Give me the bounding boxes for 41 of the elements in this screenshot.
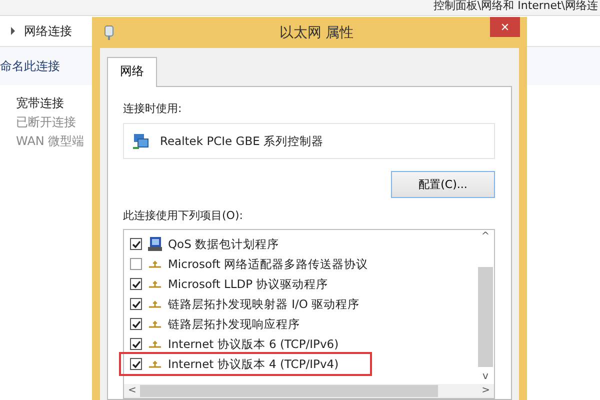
configure-button[interactable]: 配置(C)... [391, 171, 495, 198]
checkbox[interactable] [130, 358, 142, 370]
scroll-down-button[interactable]: v [482, 370, 488, 384]
connect-using-label: 连接时使用: [123, 101, 182, 116]
protocol-icon [147, 359, 163, 369]
adapter-field: Realtek PCIe GBE 系列控制器 [123, 123, 495, 159]
protocol-icon [147, 299, 163, 309]
connection-device: WAN 微型端 [16, 133, 84, 150]
protocol-icon [147, 339, 163, 349]
tab[interactable]: 网络 [107, 57, 157, 87]
protocol-icon [147, 259, 163, 269]
close-button[interactable]: ✕ [490, 17, 520, 37]
chevron-icon [10, 27, 16, 35]
item-label[interactable]: 链路层拓扑发现映射器 I/O 驱动程序 [168, 296, 360, 312]
item-label[interactable]: Internet 协议版本 4 (TCP/IPv4) [168, 356, 339, 372]
item-label[interactable]: QoS 数据包计划程序 [168, 236, 280, 252]
scroll-left-button[interactable]: < [128, 384, 136, 398]
item-label[interactable]: Microsoft LLDP 协议驱动程序 [168, 276, 328, 292]
rename-action[interactable]: 命名此连接 [0, 58, 60, 74]
connection-status: 已断开连接 [16, 114, 76, 131]
item-label[interactable]: 链路层拓扑发现响应程序 [168, 316, 300, 332]
checkbox[interactable] [130, 318, 142, 330]
checkbox[interactable] [130, 278, 142, 290]
item-label[interactable]: Microsoft 网络适配器多路传送器协议 [168, 256, 368, 272]
items-label: 此连接使用下列项目(O): [123, 208, 243, 223]
connection-name[interactable]: 宽带连接 [16, 95, 64, 112]
breadcrumb[interactable]: 网络连接 [24, 22, 72, 40]
scroll-right-button[interactable]: > [482, 384, 490, 398]
checkbox[interactable] [130, 338, 142, 350]
computer-icon [147, 236, 163, 252]
dialog-title: 以太网 属性 [279, 24, 354, 42]
protocol-icon [147, 319, 163, 329]
protocol-icon [147, 279, 163, 289]
window-path: 控制面板\网络和 Internet\网络连 [433, 0, 598, 14]
scroll-thumb[interactable] [140, 385, 438, 397]
checkbox[interactable] [130, 258, 142, 270]
checkbox[interactable] [130, 298, 142, 310]
checkbox[interactable] [130, 238, 142, 250]
scroll-thumb[interactable] [478, 267, 493, 367]
scroll-up-button[interactable]: ^ [481, 230, 490, 244]
item-label[interactable]: Internet 协议版本 6 (TCP/IPv6) [168, 336, 339, 352]
